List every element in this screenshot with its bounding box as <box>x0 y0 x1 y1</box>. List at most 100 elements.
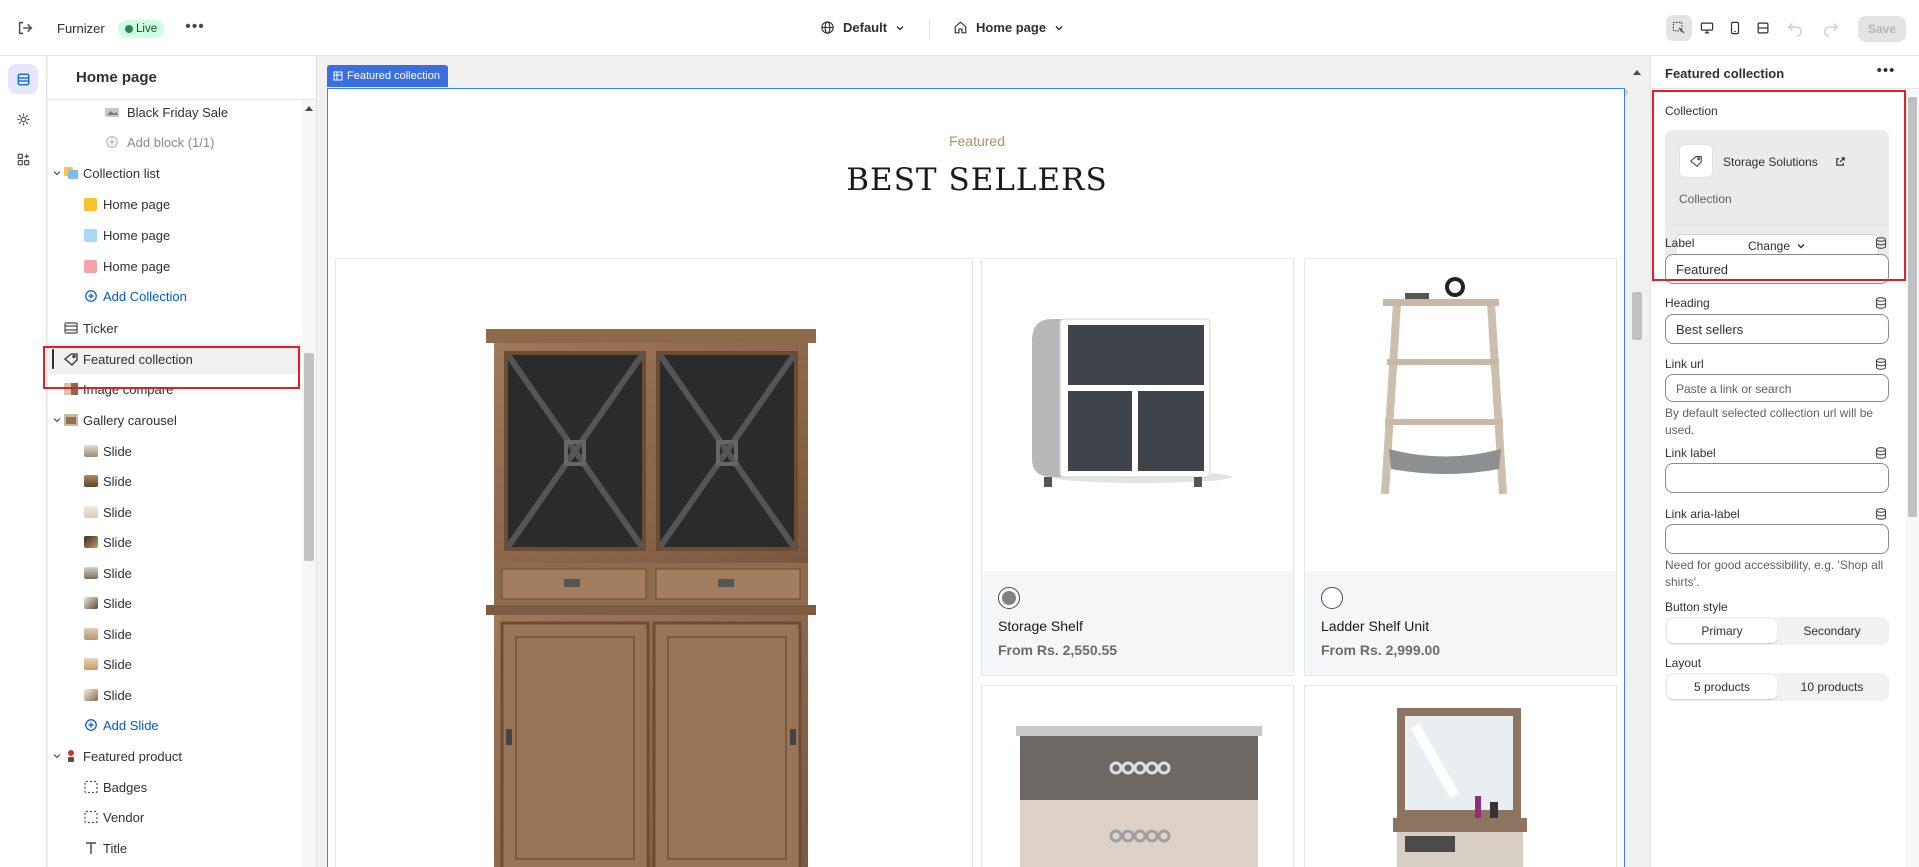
desktop-view-button[interactable] <box>1694 15 1720 41</box>
dynamic-source-icon[interactable] <box>1875 358 1887 370</box>
block-vendor[interactable]: Vendor <box>48 802 301 832</box>
scrollbar-thumb[interactable] <box>1908 97 1917 517</box>
block-home-page-2[interactable]: Home page <box>48 220 301 250</box>
store-name: Furnizer <box>57 21 105 36</box>
block-badges[interactable]: Badges <box>48 772 301 802</box>
block-slide[interactable]: Slide <box>48 649 301 679</box>
product-card[interactable] <box>1304 685 1617 867</box>
apps-tab[interactable] <box>8 144 38 174</box>
image-thumb-icon <box>84 567 98 579</box>
product-image[interactable] <box>1305 686 1616 867</box>
add-slide-button[interactable]: Add Slide <box>48 710 301 740</box>
product-image[interactable] <box>1305 259 1616 571</box>
chevron-down-icon[interactable] <box>51 414 63 426</box>
dynamic-source-icon[interactable] <box>1875 508 1887 520</box>
divider <box>929 18 930 40</box>
settings-panel: Featured collection ••• Collection Stora… <box>1650 56 1919 867</box>
link-url-input[interactable] <box>1665 374 1889 402</box>
section-collection-list[interactable]: Collection list <box>48 158 301 188</box>
button-style-primary[interactable]: Primary <box>1667 619 1777 643</box>
add-collection-button[interactable]: Add Collection <box>48 281 301 311</box>
preview-canvas: Featured collection Featured BEST SELLER… <box>318 56 1649 867</box>
section-image-compare[interactable]: Image compare <box>48 374 301 404</box>
dynamic-source-icon[interactable] <box>1875 297 1887 309</box>
color-swatch[interactable] <box>998 587 1020 609</box>
page-selector-label: Home page <box>976 20 1047 35</box>
sections-tab[interactable] <box>8 64 38 94</box>
divider <box>1665 224 1889 225</box>
link-aria-input[interactable] <box>1665 524 1889 554</box>
color-swatch[interactable] <box>1321 587 1343 609</box>
redo-icon[interactable] <box>1822 19 1840 37</box>
add-block-label: Add block (1/1) <box>127 134 215 150</box>
section-gallery-carousel[interactable]: Gallery carousel <box>48 405 301 435</box>
product-image[interactable] <box>982 686 1293 867</box>
collection-label: Featured <box>948 133 1006 149</box>
block-slide[interactable]: Slide <box>48 436 301 466</box>
product-image[interactable] <box>336 259 972 867</box>
product-image[interactable] <box>982 259 1293 571</box>
chevron-down-icon[interactable] <box>51 750 63 762</box>
fullwidth-view-button[interactable] <box>1750 15 1776 41</box>
chevron-down-icon[interactable] <box>51 167 63 179</box>
block-slide[interactable]: Slide <box>48 527 301 557</box>
product-name[interactable]: Ladder Shelf Unit <box>1321 618 1429 634</box>
inspector-button[interactable] <box>1666 15 1692 41</box>
scrollbar-thumb[interactable] <box>1632 292 1642 340</box>
preview-scrollbar[interactable] <box>1630 56 1644 867</box>
button-style-secondary[interactable]: Secondary <box>1777 619 1887 643</box>
section-ticker[interactable]: Ticker <box>48 313 301 343</box>
theme-settings-tab[interactable] <box>8 104 38 134</box>
block-black-friday-sale[interactable]: Black Friday Sale <box>48 100 301 127</box>
block-title[interactable]: Title <box>48 833 301 863</box>
product-name[interactable]: Storage Shelf <box>998 618 1083 634</box>
dynamic-source-icon[interactable] <box>1875 237 1887 249</box>
layout-10-products[interactable]: 10 products <box>1777 675 1887 699</box>
more-actions-button[interactable]: ••• <box>185 18 205 38</box>
image-compare-icon <box>64 383 78 395</box>
settings-more-button[interactable]: ••• <box>1876 62 1896 80</box>
scrollbar-thumb[interactable] <box>304 353 314 561</box>
section-tag[interactable]: Featured collection <box>327 65 448 87</box>
block-home-page-1[interactable]: Home page <box>48 189 301 219</box>
scroll-up-icon[interactable] <box>305 106 313 111</box>
section-featured-product[interactable]: Featured product <box>48 741 301 771</box>
block-slide[interactable]: Slide <box>48 680 301 710</box>
inspector-icon <box>1672 21 1685 34</box>
label-input[interactable] <box>1665 254 1889 284</box>
scroll-up-icon[interactable] <box>1633 70 1641 75</box>
exit-icon[interactable] <box>16 19 34 37</box>
link-url-help: By default selected collection url will … <box>1665 406 1874 437</box>
block-slide[interactable]: Slide <box>48 619 301 649</box>
layout-label: Layout <box>1665 656 1702 670</box>
button-style-label: Button style <box>1665 600 1728 614</box>
link-aria-field-label: Link aria-label <box>1665 507 1740 521</box>
featured-collection-preview[interactable]: Featured BEST SELLERS Storage Shelf From… <box>327 88 1625 867</box>
theme-selector[interactable]: Default <box>820 20 905 35</box>
block-slide[interactable]: Slide <box>48 588 301 618</box>
external-link-icon[interactable] <box>1835 156 1846 167</box>
product-card[interactable]: Ladder Shelf Unit From Rs. 2,999.00 <box>1304 258 1617 676</box>
add-block-button[interactable]: Add block (1/1) <box>48 127 301 157</box>
link-label-input[interactable] <box>1665 463 1889 493</box>
collection-name[interactable]: Storage Solutions <box>1723 155 1818 169</box>
sidebar-scrollbar[interactable] <box>302 100 316 867</box>
dynamic-source-icon[interactable] <box>1875 447 1887 459</box>
product-card[interactable]: Storage Shelf From Rs. 2,550.55 <box>981 258 1294 676</box>
product-card-large[interactable] <box>335 258 973 867</box>
settings-scrollbar[interactable] <box>1906 89 1919 867</box>
block-home-page-3[interactable]: Home page <box>48 251 301 281</box>
heading-input[interactable] <box>1665 314 1889 344</box>
block-slide[interactable]: Slide <box>48 466 301 496</box>
mobile-view-button[interactable] <box>1722 15 1748 41</box>
undo-icon[interactable] <box>1786 19 1804 37</box>
page-selector[interactable]: Home page <box>953 20 1064 35</box>
section-featured-collection[interactable]: Featured collection <box>48 344 301 374</box>
block-slide[interactable]: Slide <box>48 558 301 588</box>
layout-5-products[interactable]: 5 products <box>1667 675 1777 699</box>
collection-card[interactable]: Storage Solutions Collection <box>1665 130 1889 224</box>
product-card[interactable] <box>981 685 1294 867</box>
collection-field-label: Collection <box>1665 104 1718 118</box>
save-button[interactable]: Save <box>1858 16 1906 42</box>
block-slide[interactable]: Slide <box>48 497 301 527</box>
